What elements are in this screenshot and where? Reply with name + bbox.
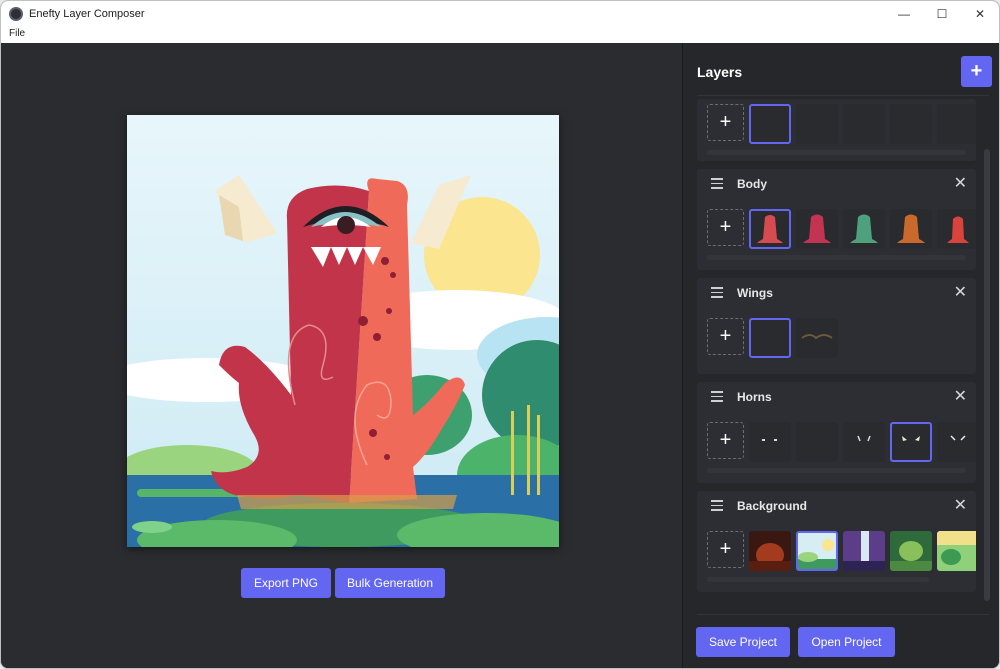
footer-divider — [697, 614, 989, 615]
variant-thumbnail[interactable] — [890, 422, 932, 462]
variant-thumbnail[interactable] — [843, 531, 885, 571]
variant-thumbnail[interactable] — [843, 422, 885, 462]
layer-name: Horns — [737, 390, 772, 404]
variant-thumbnail[interactable] — [937, 531, 976, 571]
thumb-scrollbar[interactable] — [707, 577, 929, 582]
title-bar: Enefty Layer Composer — ☐ ✕ — [1, 1, 999, 27]
variant-thumbnail[interactable] — [796, 422, 838, 462]
app-window: Enefty Layer Composer — ☐ ✕ File Export … — [0, 0, 1000, 669]
variant-thumbnail[interactable] — [937, 209, 976, 249]
variant-thumbnail[interactable] — [890, 531, 932, 571]
variant-thumbnail[interactable] — [796, 104, 838, 144]
variant-thumbnail[interactable] — [937, 422, 976, 462]
layers-scrollbar[interactable] — [984, 149, 990, 601]
variant-thumbnail[interactable] — [796, 531, 838, 571]
layer-card-partial: + — [697, 99, 976, 161]
composed-image-preview — [127, 115, 559, 547]
layer-card-body: Body ✕ + — [697, 169, 976, 270]
layer-name: Wings — [737, 286, 773, 300]
layer-thumbnails: + — [707, 531, 976, 571]
open-project-button[interactable]: Open Project — [798, 627, 895, 657]
maximize-button[interactable]: ☐ — [923, 1, 961, 27]
layer-card-horns: Horns ✕ + — [697, 382, 976, 483]
layer-name: Body — [737, 177, 767, 191]
variant-thumbnail[interactable] — [937, 104, 976, 144]
variant-thumbnail[interactable] — [796, 209, 838, 249]
monster-artwork — [127, 115, 559, 547]
variant-thumbnail[interactable] — [749, 422, 791, 462]
close-window-button[interactable]: ✕ — [961, 1, 999, 27]
header-divider — [697, 95, 989, 96]
save-project-button[interactable]: Save Project — [696, 627, 790, 657]
minimize-button[interactable]: — — [885, 1, 923, 27]
variant-thumbnail[interactable] — [749, 209, 791, 249]
layer-header: Horns ✕ — [697, 382, 976, 412]
layer-thumbnails: + — [707, 104, 976, 144]
layer-card-background: Background ✕ + — [697, 491, 976, 592]
variant-thumbnail[interactable] — [890, 104, 932, 144]
variant-thumbnail[interactable] — [749, 318, 791, 358]
remove-layer-icon[interactable]: ✕ — [954, 282, 967, 302]
thumb-scrollbar[interactable] — [707, 468, 966, 473]
add-variant-button[interactable]: + — [707, 422, 744, 459]
app-logo-icon — [9, 7, 23, 21]
menu-bar: File — [1, 27, 999, 43]
variant-thumbnail[interactable] — [890, 209, 932, 249]
drag-handle-icon[interactable] — [711, 178, 723, 189]
bulk-generation-button[interactable]: Bulk Generation — [335, 568, 445, 598]
drag-handle-icon[interactable] — [711, 500, 723, 511]
variant-thumbnail[interactable] — [749, 104, 791, 144]
layers-panel: Layers + + Body ✕ + Wings ✕ + Horns ✕ + … — [682, 43, 999, 668]
remove-layer-icon[interactable]: ✕ — [954, 173, 967, 193]
layer-name: Background — [737, 499, 808, 513]
variant-thumbnail[interactable] — [843, 104, 885, 144]
remove-layer-icon[interactable]: ✕ — [954, 495, 967, 515]
window-title: Enefty Layer Composer — [29, 8, 145, 20]
layer-thumbnails: + — [707, 209, 976, 249]
layer-thumbnails: + — [707, 422, 976, 462]
drag-handle-icon[interactable] — [711, 287, 723, 298]
export-png-button[interactable]: Export PNG — [241, 568, 331, 598]
add-variant-button[interactable]: + — [707, 209, 744, 246]
layers-title: Layers — [697, 64, 743, 80]
variant-thumbnail[interactable] — [843, 209, 885, 249]
preview-pane: Export PNG Bulk Generation — [1, 43, 682, 668]
add-variant-button[interactable]: + — [707, 531, 744, 568]
thumb-scrollbar[interactable] — [707, 150, 966, 155]
layer-card-wings: Wings ✕ + — [697, 278, 976, 374]
add-layer-button[interactable]: + — [961, 56, 992, 87]
menu-file[interactable]: File — [9, 28, 25, 39]
remove-layer-icon[interactable]: ✕ — [954, 386, 967, 406]
variant-thumbnail[interactable] — [796, 318, 838, 358]
layer-header: Wings ✕ — [697, 278, 976, 308]
layer-thumbnails: + — [707, 318, 838, 358]
window-controls: — ☐ ✕ — [885, 1, 999, 27]
variant-thumbnail[interactable] — [749, 531, 791, 571]
add-variant-button[interactable]: + — [707, 318, 744, 355]
thumb-scrollbar[interactable] — [707, 255, 966, 260]
layer-header: Background ✕ — [697, 491, 976, 521]
drag-handle-icon[interactable] — [711, 391, 723, 402]
layer-header: Body ✕ — [697, 169, 976, 199]
add-variant-button[interactable]: + — [707, 104, 744, 141]
